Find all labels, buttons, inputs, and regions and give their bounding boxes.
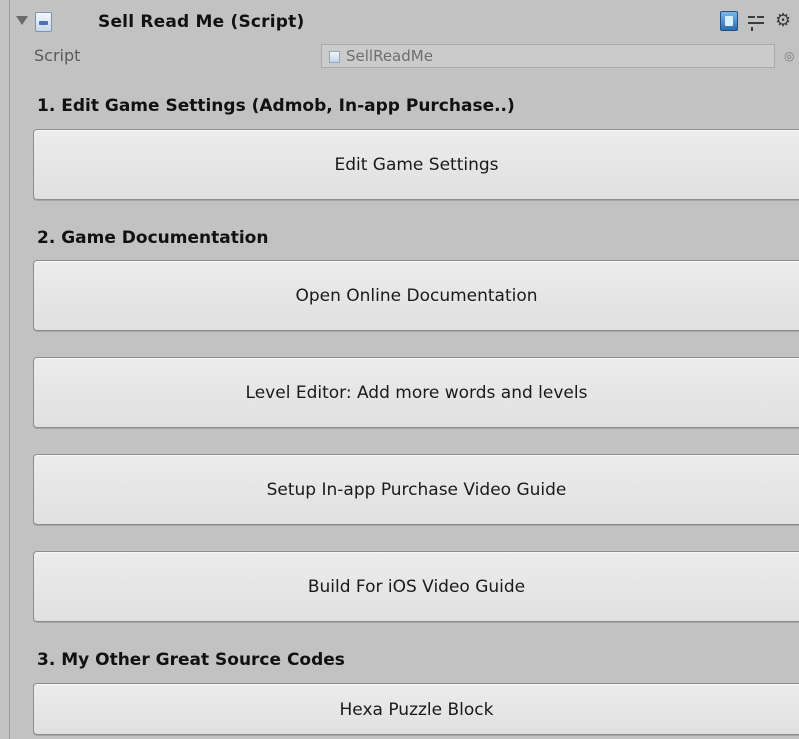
inspector-left-border xyxy=(9,0,10,739)
preset-icon[interactable] xyxy=(748,13,764,31)
iap-video-guide-button[interactable]: Setup In-app Purchase Video Guide xyxy=(33,454,799,525)
component-header[interactable]: Sell Read Me (Script) ⚙ xyxy=(10,8,799,48)
script-icon xyxy=(35,12,52,32)
help-icon[interactable] xyxy=(720,11,738,31)
script-icon xyxy=(329,51,340,63)
open-online-documentation-button[interactable]: Open Online Documentation xyxy=(33,260,799,331)
ios-video-guide-button[interactable]: Build For iOS Video Guide xyxy=(33,551,799,622)
script-label: Script xyxy=(34,46,81,65)
gear-icon[interactable]: ⚙ xyxy=(775,10,791,31)
section-title-documentation: 2. Game Documentation xyxy=(37,228,269,248)
section-title-other-source-codes: 3. My Other Great Source Codes xyxy=(37,650,345,670)
component-title: Sell Read Me (Script) xyxy=(98,12,305,32)
script-property-row: Script SellReadMe ◎ xyxy=(34,44,799,70)
object-picker-icon[interactable]: ◎ xyxy=(784,49,794,63)
section-title-edit-settings: 1. Edit Game Settings (Admob, In-app Pur… xyxy=(37,96,515,116)
script-object-field[interactable]: SellReadMe xyxy=(321,44,775,68)
foldout-arrow-icon[interactable] xyxy=(16,16,28,25)
hexa-puzzle-block-button[interactable]: Hexa Puzzle Block xyxy=(33,683,799,735)
script-field-value: SellReadMe xyxy=(346,47,433,65)
level-editor-button[interactable]: Level Editor: Add more words and levels xyxy=(33,357,799,428)
edit-game-settings-button[interactable]: Edit Game Settings xyxy=(33,129,799,200)
